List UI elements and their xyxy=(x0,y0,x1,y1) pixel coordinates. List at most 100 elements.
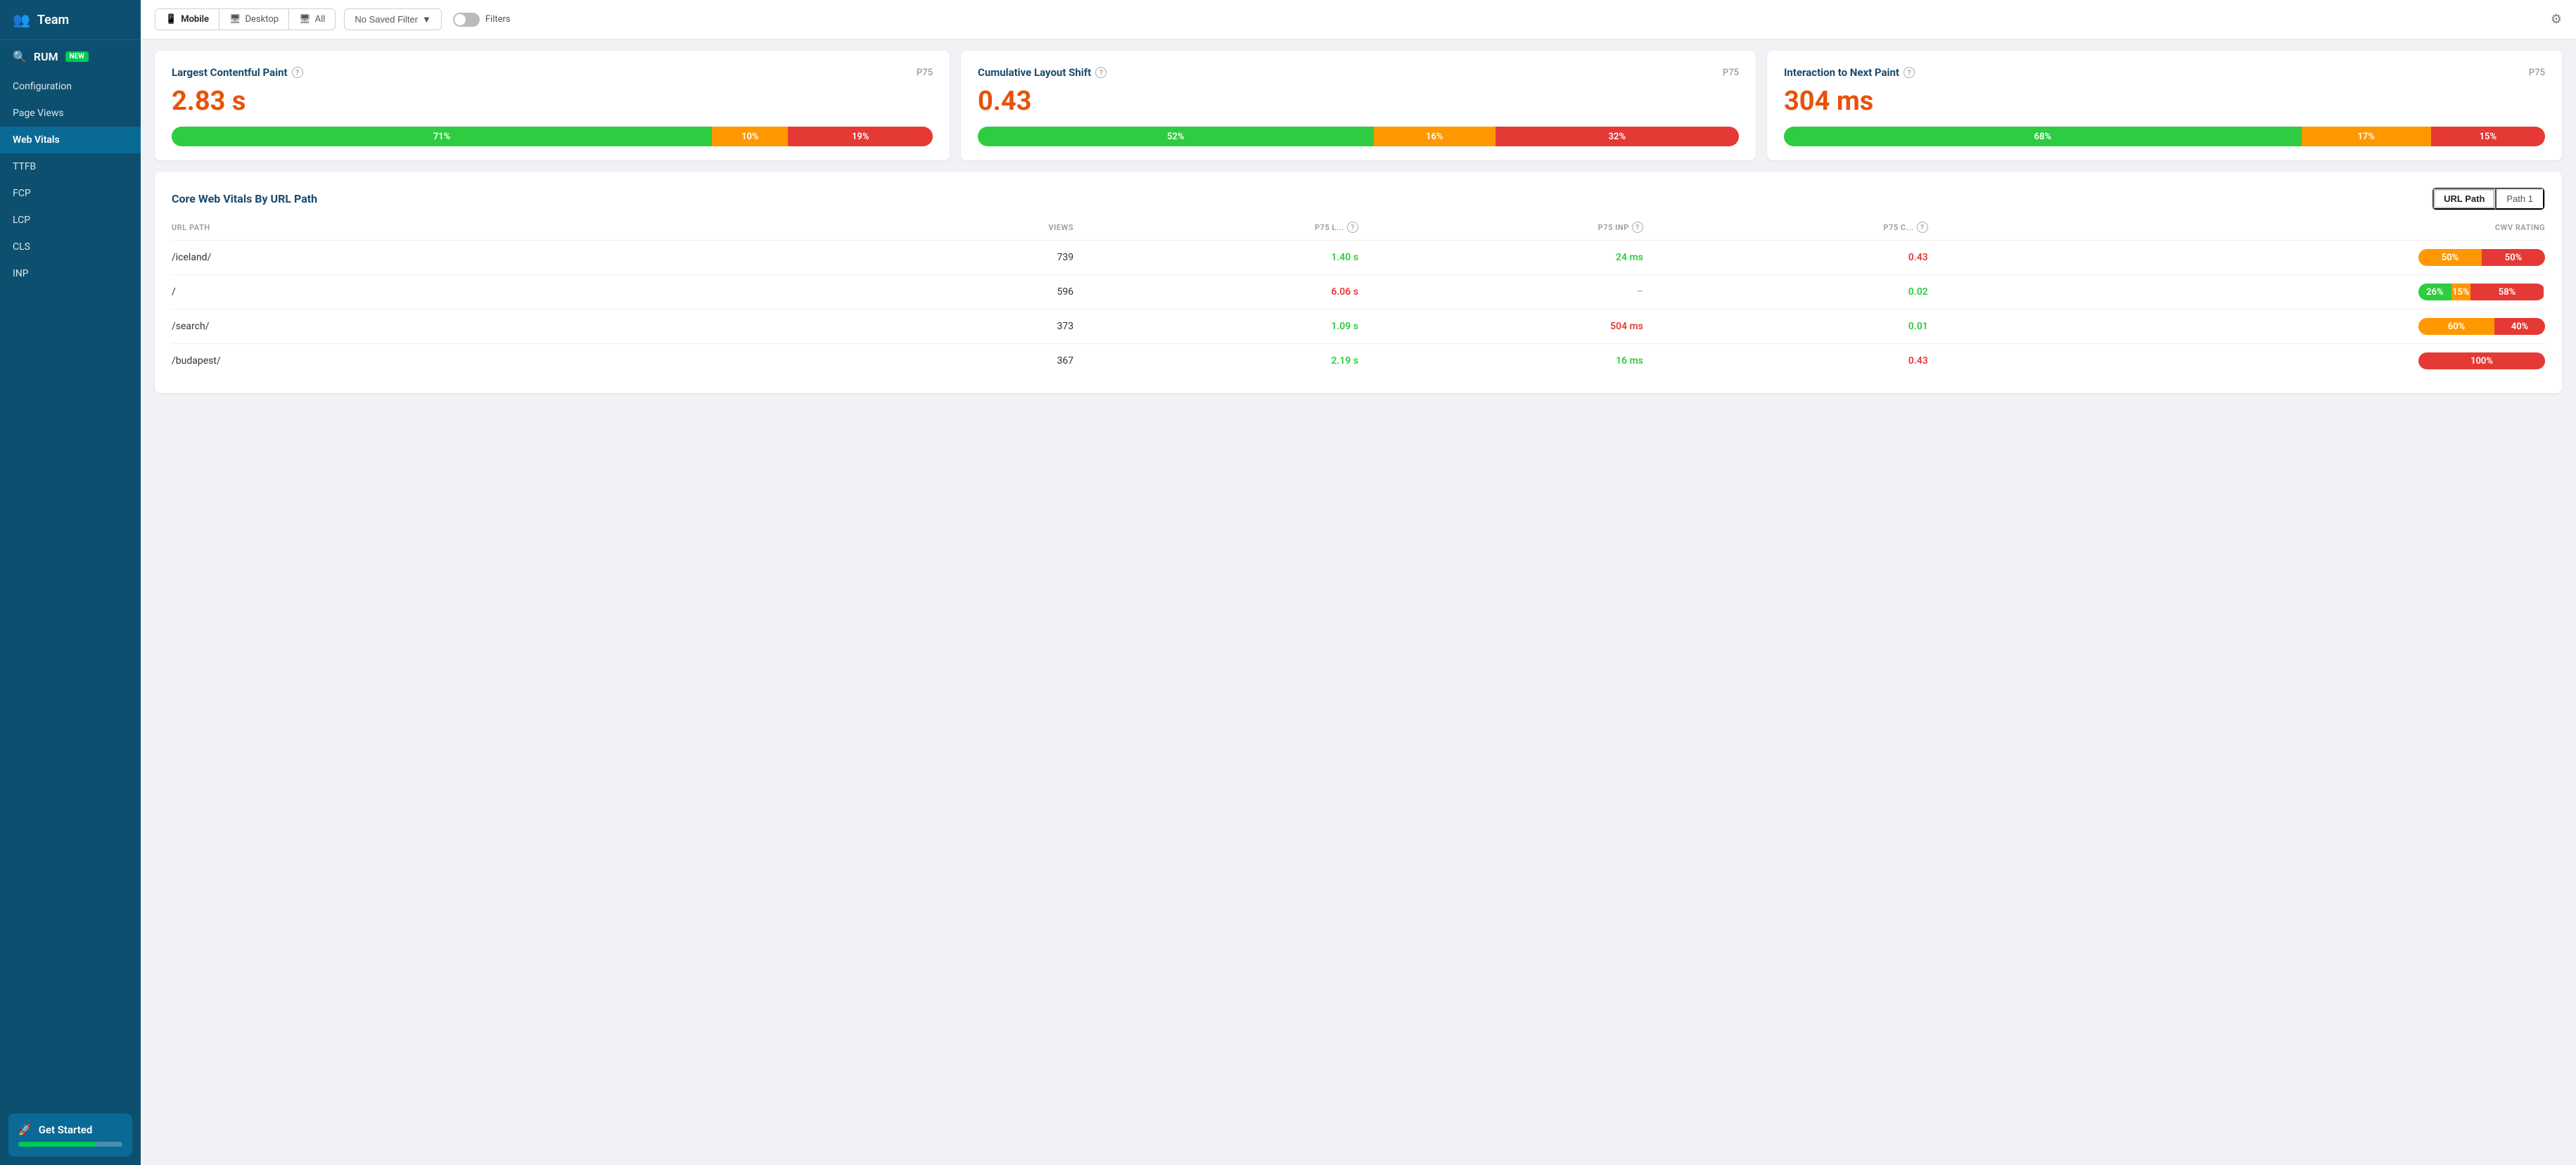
inp-col-help-icon[interactable]: ? xyxy=(1632,222,1643,233)
main-content: 📱 Mobile 🖥 Desktop 🖥 All No Saved Filter… xyxy=(141,0,2576,1165)
lcp-col-help-icon[interactable]: ? xyxy=(1347,222,1358,233)
table-row: /search/3731.09 s504 ms0.0160%40% xyxy=(172,310,2545,344)
cls-percentile: P75 xyxy=(1723,68,1739,78)
inp-bar-red: 15% xyxy=(2431,127,2545,146)
mobile-icon: 📱 xyxy=(165,14,177,25)
col-header-views: VIEWS xyxy=(884,222,1073,241)
cwv-bar-segment: 50% xyxy=(2482,249,2545,266)
rum-label: RUM xyxy=(34,50,58,63)
cell-cwv: 100% xyxy=(1928,344,2545,378)
sidebar-item-configuration[interactable]: Configuration xyxy=(0,73,141,100)
team-icon: 👥 xyxy=(13,11,30,28)
filters-toggle-group: Filters xyxy=(453,13,511,27)
cwv-bar-segment: 100% xyxy=(2418,352,2545,369)
cell-path[interactable]: /iceland/ xyxy=(172,241,884,275)
col-header-url: URL PATH xyxy=(172,222,884,241)
col-header-inp: P75 INP ? xyxy=(1358,222,1643,241)
cell-inp: 24 ms xyxy=(1358,241,1643,275)
dropdown-icon: ▼ xyxy=(422,14,431,25)
desktop-icon: 🖥 xyxy=(229,14,241,25)
cell-path[interactable]: /search/ xyxy=(172,310,884,344)
get-started-section[interactable]: 🚀 Get Started xyxy=(8,1114,132,1157)
table-row: /5966.06 s–0.0226%15%58% xyxy=(172,275,2545,310)
cell-views: 373 xyxy=(884,310,1073,344)
cwv-bar-segment: 60% xyxy=(2418,318,2494,335)
cwv-bar-segment: 58% xyxy=(2470,284,2544,300)
all-devices-icon: 🖥 xyxy=(299,14,311,25)
col-header-cls: P75 C... ? xyxy=(1643,222,1928,241)
table-header-row: Core Web Vitals By URL Path URL Path Pat… xyxy=(172,187,2545,210)
path-btn-url[interactable]: URL Path xyxy=(2432,188,2495,210)
sidebar-item-fcp[interactable]: FCP xyxy=(0,180,141,207)
inp-bar-orange: 17% xyxy=(2302,127,2431,146)
sidebar-item-webvitals[interactable]: Web Vitals xyxy=(0,127,141,153)
col-header-lcp: P75 L... ? xyxy=(1073,222,1358,241)
cwv-bar-segment: 50% xyxy=(2418,249,2482,266)
cwv-bar-segment: 15% xyxy=(2451,284,2470,300)
lcp-bar: 71% 10% 19% xyxy=(172,127,933,146)
inp-value: 304 ms xyxy=(1784,86,2545,117)
rocket-icon: 🚀 xyxy=(18,1123,32,1136)
saved-filter-button[interactable]: No Saved Filter ▼ xyxy=(344,8,441,30)
cell-views: 367 xyxy=(884,344,1073,378)
cell-path[interactable]: /budapest/ xyxy=(172,344,884,378)
sidebar-item-inp[interactable]: INP xyxy=(0,260,141,287)
sidebar-item-cls[interactable]: CLS xyxy=(0,234,141,260)
path-toggle: URL Path Path 1 xyxy=(2432,187,2545,210)
get-started-label: Get Started xyxy=(39,1123,93,1136)
mobile-label: Mobile xyxy=(181,14,209,25)
team-label: Team xyxy=(37,13,69,27)
cls-bar: 52% 16% 32% xyxy=(978,127,1739,146)
cls-bar-green: 52% xyxy=(978,127,1374,146)
inp-percentile: P75 xyxy=(2529,68,2545,78)
cls-value: 0.43 xyxy=(978,86,1739,117)
tab-mobile[interactable]: 📱 Mobile xyxy=(155,9,219,30)
desktop-label: Desktop xyxy=(246,14,279,25)
table-row: /iceland/7391.40 s24 ms0.4350%50% xyxy=(172,241,2545,275)
lcp-value: 2.83 s xyxy=(172,86,933,117)
cell-path[interactable]: / xyxy=(172,275,884,310)
lcp-bar-orange: 10% xyxy=(712,127,788,146)
cwv-bar-segment: 40% xyxy=(2494,318,2545,335)
search-icon: 🔍 xyxy=(13,50,27,63)
tab-desktop[interactable]: 🖥 Desktop xyxy=(219,9,289,30)
inp-help-icon[interactable]: ? xyxy=(1904,67,1915,78)
sidebar-item-ttfb[interactable]: TTFB xyxy=(0,153,141,180)
cls-bar-red: 32% xyxy=(1496,127,1739,146)
cell-cls: 0.01 xyxy=(1643,310,1928,344)
cls-card: Cumulative Layout Shift ? P75 0.43 52% 1… xyxy=(961,51,1756,160)
cwv-bar: 50%50% xyxy=(2418,249,2545,266)
cell-lcp: 6.06 s xyxy=(1073,275,1358,310)
sidebar-item-lcp[interactable]: LCP xyxy=(0,207,141,234)
settings-icon[interactable]: ⚙ xyxy=(2551,12,2562,27)
progress-bar xyxy=(18,1142,122,1147)
table-section: Core Web Vitals By URL Path URL Path Pat… xyxy=(155,172,2562,393)
inp-bar-green: 68% xyxy=(1784,127,2302,146)
cwv-bar-segment: 26% xyxy=(2418,284,2451,300)
team-header[interactable]: 👥 Team xyxy=(0,0,141,40)
cell-views: 596 xyxy=(884,275,1073,310)
filters-toggle-label: Filters xyxy=(485,14,511,25)
table-title: Core Web Vitals By URL Path xyxy=(172,192,317,205)
lcp-bar-green: 71% xyxy=(172,127,712,146)
cls-title: Cumulative Layout Shift ? xyxy=(978,66,1107,79)
cwv-bar: 60%40% xyxy=(2418,318,2545,335)
cell-inp: 16 ms xyxy=(1358,344,1643,378)
new-badge: NEW xyxy=(65,51,89,62)
lcp-title: Largest Contentful Paint ? xyxy=(172,66,303,79)
cls-col-help-icon[interactable]: ? xyxy=(1917,222,1928,233)
path-btn-1[interactable]: Path 1 xyxy=(2495,188,2544,210)
inp-card: Interaction to Next Paint ? P75 304 ms 6… xyxy=(1767,51,2562,160)
lcp-help-icon[interactable]: ? xyxy=(292,67,303,78)
sidebar-item-pageviews[interactable]: Page Views xyxy=(0,100,141,127)
rum-section[interactable]: 🔍 RUM NEW xyxy=(0,40,141,73)
cell-views: 739 xyxy=(884,241,1073,275)
lcp-percentile: P75 xyxy=(917,68,933,78)
filters-toggle[interactable] xyxy=(453,13,480,27)
cls-help-icon[interactable]: ? xyxy=(1095,67,1107,78)
cell-lcp: 1.09 s xyxy=(1073,310,1358,344)
lcp-bar-red: 19% xyxy=(788,127,933,146)
all-label: All xyxy=(315,14,326,25)
inp-title: Interaction to Next Paint ? xyxy=(1784,66,1915,79)
tab-all[interactable]: 🖥 All xyxy=(289,9,335,30)
